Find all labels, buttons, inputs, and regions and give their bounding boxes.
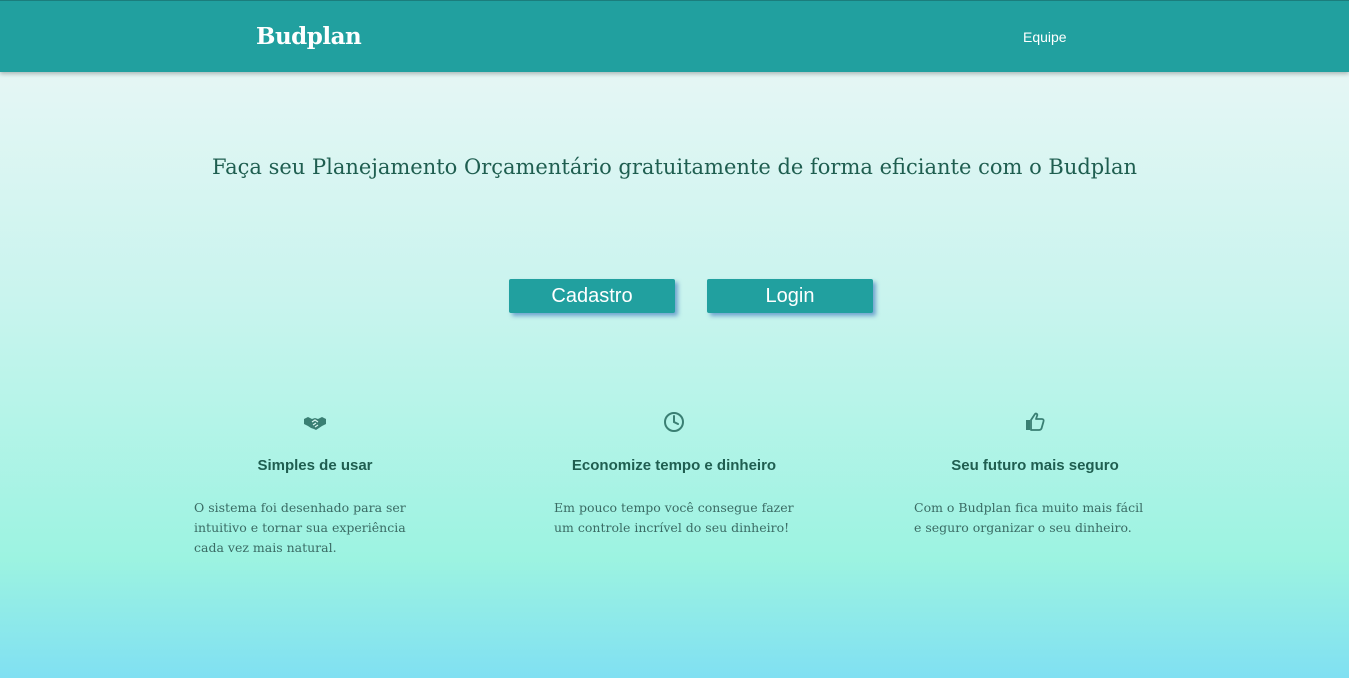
cadastro-button[interactable]: Cadastro: [509, 279, 675, 313]
nav-link-equipe[interactable]: Equipe: [1023, 29, 1067, 45]
navbar: Budplan Equipe: [0, 0, 1349, 72]
feature-seguro: Seu futuro mais seguro Com o Budplan fic…: [910, 410, 1160, 535]
thumbs-up-icon: [1026, 412, 1045, 431]
feature-title: Economize tempo e dinheiro: [571, 457, 777, 474]
feature-text: Com o Budplan fica muito mais fácil e se…: [914, 500, 1144, 535]
feature-economize: Economize tempo e dinheiro Em pouco temp…: [549, 410, 799, 535]
feature-title: Simples de usar: [257, 457, 373, 474]
feature-text: O sistema foi desenhado para ser intuiti…: [194, 500, 406, 555]
handshake-icon: [304, 417, 326, 430]
feature-text: Em pouco tempo você consegue fazer um co…: [554, 500, 794, 535]
clock-icon: [664, 412, 684, 432]
login-button[interactable]: Login: [707, 279, 873, 313]
hero-headline: Faça seu Planejamento Orçamentário gratu…: [211, 155, 1137, 179]
feature-title: Seu futuro mais seguro: [951, 457, 1119, 474]
brand-logo[interactable]: Budplan: [256, 23, 362, 50]
feature-simples: Simples de usar O sistema foi desenhado …: [190, 410, 440, 555]
